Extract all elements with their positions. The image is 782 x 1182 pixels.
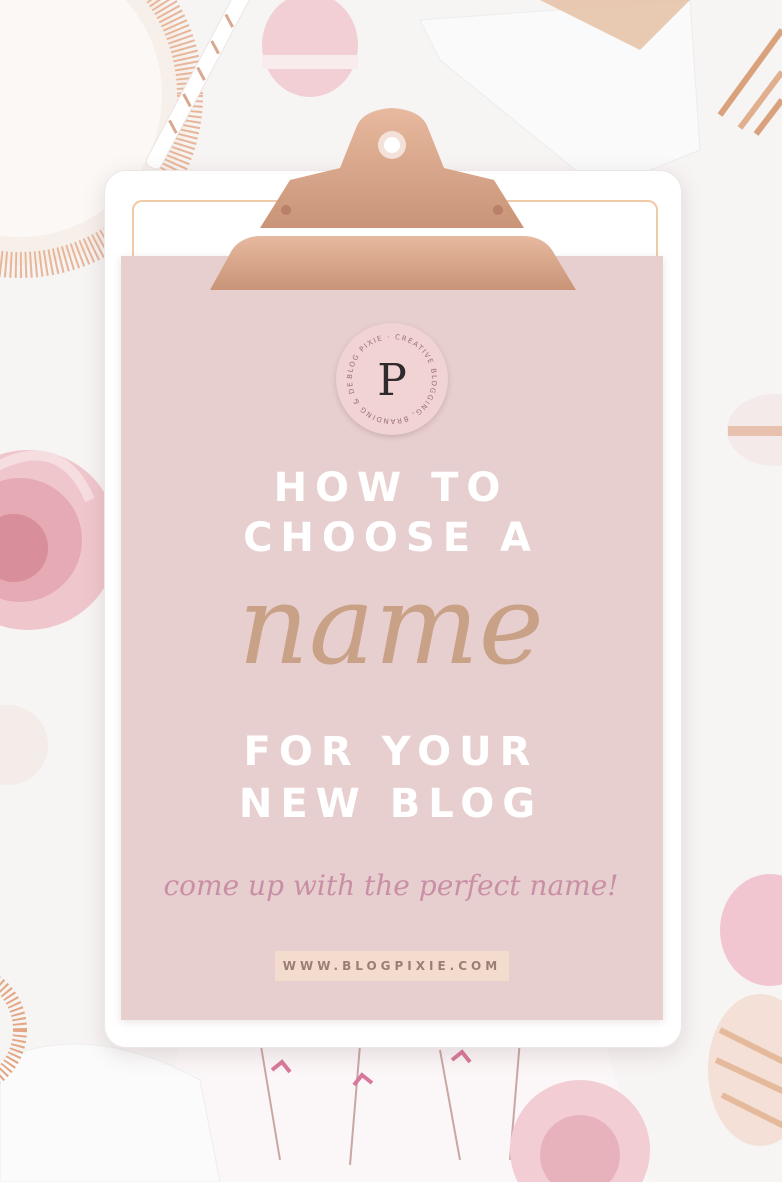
tagline: come up with the perfect name! [163,869,619,902]
headline-line-3: FOR YOUR [243,729,539,775]
flatlay-scene: BLOG PIXIE · CREATIVE BLOGGING, BRANDING… [0,0,782,1182]
website-url-badge[interactable]: WWW.BLOGPIXIE.COM [275,951,509,981]
script-word: name [238,561,544,689]
blog-pixie-logo[interactable]: BLOG PIXIE · CREATIVE BLOGGING, BRANDING… [333,317,448,435]
headline-line-4: NEW BLOG [238,781,544,827]
headline-line-2: CHOOSE A [243,515,539,561]
logo-letter: P [377,355,407,406]
website-url[interactable]: WWW.BLOGPIXIE.COM [283,959,501,973]
macarons-bottom-right [708,874,782,1146]
headline-line-1: HOW TO [273,465,509,511]
macaron-right [727,394,782,466]
rose-gold-clip-icon [210,108,576,290]
logo-ring: BLOG PIXIE · CREATIVE BLOGGING, BRANDING… [333,317,444,431]
